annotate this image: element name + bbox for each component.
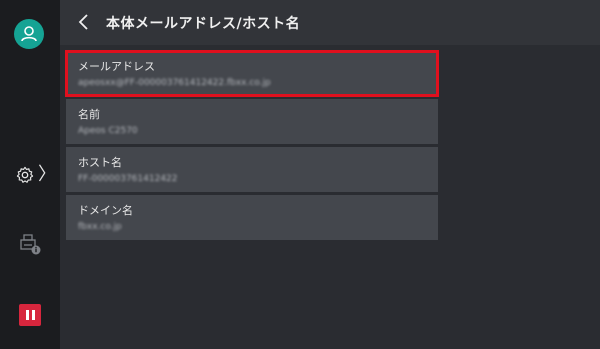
user-icon: [21, 26, 37, 42]
item-label: メールアドレス: [78, 60, 155, 73]
item-label: 名前: [78, 108, 100, 121]
main-content: メールアドレス apeosxx@FF-000003761412422.fbxx.…: [60, 45, 600, 349]
item-value: apeosxx@FF-000003761412422.fbxx.co.jp: [78, 78, 271, 88]
sidebar: 〉: [0, 0, 60, 349]
chevron-right-icon: 〉: [38, 164, 56, 185]
gear-icon: [16, 166, 34, 183]
back-button[interactable]: [72, 10, 96, 34]
item-value: fbxx.co.jp: [78, 222, 122, 232]
settings-button[interactable]: 〉: [16, 160, 56, 190]
pause-icon: [25, 310, 35, 320]
list-item-host-name[interactable]: ホスト名 FF-000003761412422: [66, 147, 438, 192]
settings-list: メールアドレス apeosxx@FF-000003761412422.fbxx.…: [65, 50, 439, 243]
user-button[interactable]: [14, 19, 44, 49]
chevron-left-icon: [78, 14, 88, 30]
printer-status-button[interactable]: [18, 232, 42, 256]
item-label: ホスト名: [78, 156, 122, 169]
header-bar: 本体メールアドレス/ホスト名: [60, 0, 600, 45]
printer-info-icon: [20, 234, 41, 255]
list-item-name[interactable]: 名前 Apeos C2570: [66, 99, 438, 144]
item-value: FF-000003761412422: [78, 174, 178, 184]
stop-button[interactable]: [19, 304, 41, 326]
item-value: Apeos C2570: [78, 126, 138, 136]
list-item-email-address[interactable]: メールアドレス apeosxx@FF-000003761412422.fbxx.…: [65, 50, 439, 97]
page-title: 本体メールアドレス/ホスト名: [106, 16, 301, 32]
item-label: ドメイン名: [78, 204, 133, 217]
list-item-domain-name[interactable]: ドメイン名 fbxx.co.jp: [66, 195, 438, 240]
